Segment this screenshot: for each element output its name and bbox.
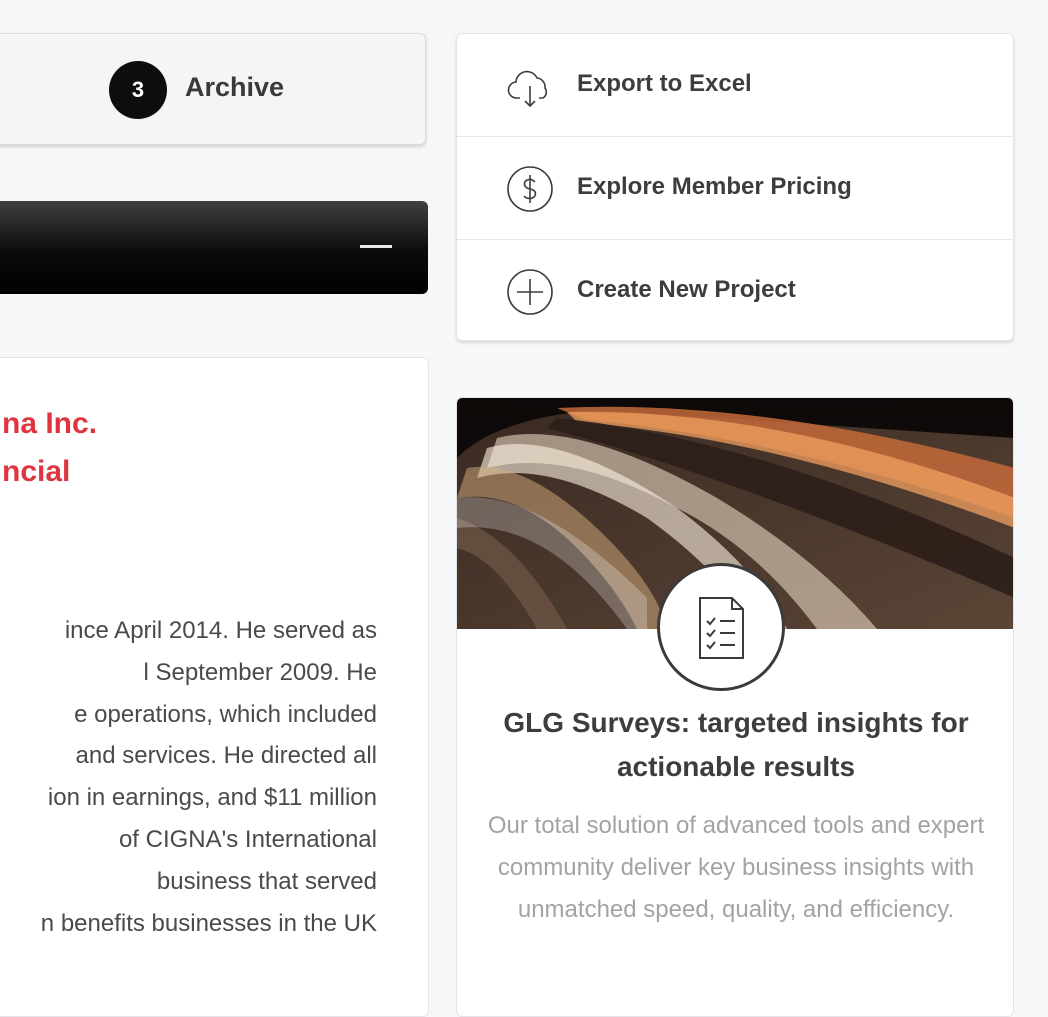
explore-member-pricing-button[interactable]: Explore Member Pricing: [457, 136, 1013, 239]
bio-company-name: na Inc. ncial: [0, 400, 97, 496]
archive-step-card[interactable]: 3 Archive: [0, 33, 426, 145]
action-label: Export to Excel: [577, 70, 752, 97]
bio-text-line: of CIGNA's International: [118, 825, 377, 853]
bio-card: na Inc. ncial ince April 2014. He served…: [0, 357, 429, 1017]
bio-text-line: ince April 2014. He served as: [64, 617, 377, 644]
cloud-download-icon: [507, 70, 548, 108]
dollar-circle-icon: [507, 166, 553, 212]
survey-description: Our total solution of advanced tools and…: [487, 812, 985, 923]
bio-text-line: business that served: [156, 867, 377, 895]
collapse-minus-icon[interactable]: [360, 245, 392, 248]
bio-text-line: n benefits businesses in the UK: [40, 909, 377, 937]
bio-text: ince April 2014. He served as l Septembe…: [0, 610, 377, 944]
checklist-icon: [699, 597, 744, 659]
action-label: Create New Project: [577, 276, 796, 303]
bio-name-line: na Inc.: [2, 407, 98, 440]
archive-step-number: 3: [109, 61, 167, 119]
action-label: Explore Member Pricing: [577, 173, 852, 200]
plus-circle-icon: [507, 269, 553, 315]
glg-surveys-card[interactable]: GLG Surveys: targeted insights for actio…: [456, 397, 1014, 1017]
bio-text-line: ion in earnings, and $11 million: [47, 784, 377, 812]
survey-title: GLG Surveys: targeted insights for actio…: [503, 707, 969, 782]
section-header-bar: [0, 201, 428, 294]
archive-step-label: Archive: [185, 72, 285, 102]
bio-text-line: l September 2009. He: [143, 658, 377, 686]
bio-name-line: ncial: [2, 455, 71, 488]
bio-text-line: e operations, which included: [74, 700, 377, 728]
survey-badge: [657, 563, 785, 691]
bio-text-line: and services. He directed all: [75, 742, 377, 770]
export-to-excel-button[interactable]: Export to Excel: [457, 34, 1013, 136]
create-new-project-button[interactable]: Create New Project: [457, 239, 1013, 342]
actions-card: Export to Excel Explore Member Pricing C…: [456, 33, 1014, 341]
